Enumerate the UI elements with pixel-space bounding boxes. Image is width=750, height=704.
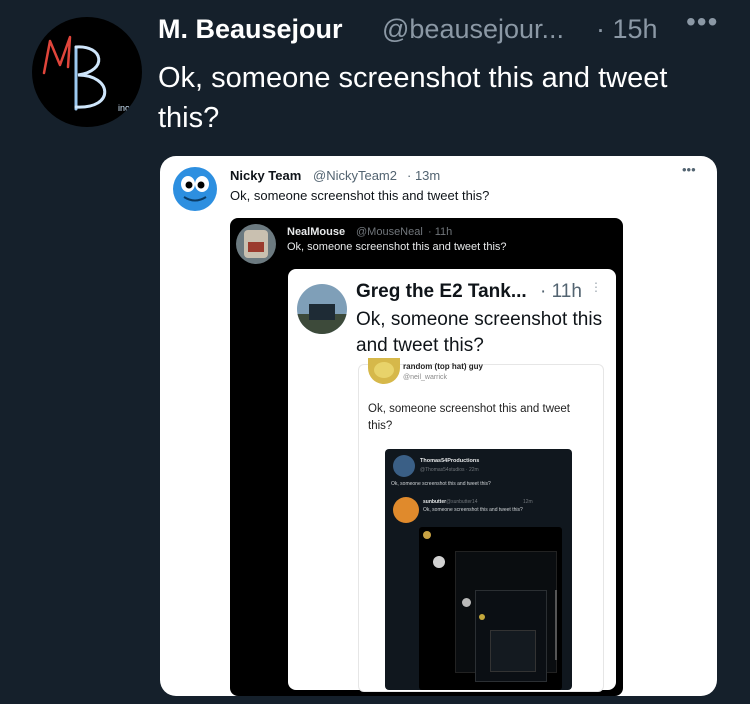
author-avatar[interactable]: inc: [32, 17, 142, 127]
tweet-time[interactable]: · 15h: [596, 14, 658, 45]
nested-screenshot-8: [490, 630, 536, 672]
quote3-name: Greg the E2 Tank...: [356, 281, 527, 302]
more-options-icon[interactable]: •••: [686, 6, 718, 38]
nested-avatar-5: [423, 531, 431, 539]
author-handle[interactable]: @beausejour...: [382, 14, 564, 45]
tweet-text: Ok, someone screenshot this and tweet th…: [158, 62, 668, 134]
quote1-handle[interactable]: @NickyTeam2: [313, 168, 397, 183]
quote4-text: Ok, someone screenshot this and tweet th…: [368, 403, 570, 432]
quote6-time: 12m: [523, 499, 533, 505]
quote1-more-icon[interactable]: •••: [682, 162, 696, 177]
author-name[interactable]: M. Beausejour: [158, 14, 343, 45]
quote1-time: · 13m: [407, 168, 441, 183]
quote1-name[interactable]: Nicky Team: [230, 168, 301, 183]
quote4-handle: @neil_warrick: [403, 374, 448, 381]
quote2-name: NealMouse: [287, 226, 346, 238]
greg-avatar: [297, 284, 347, 334]
nealmouse-avatar: [236, 224, 276, 264]
thomas54-avatar: [393, 455, 415, 477]
quote6-text: Ok, someone screenshot this and tweet th…: [423, 507, 523, 513]
quote4-name: random (top hat) guy: [403, 362, 483, 371]
nicky-avatar: [172, 166, 218, 217]
quote2-time: · 11h: [428, 226, 453, 238]
nested-scrollbar: [555, 590, 557, 660]
quote5-handle: @Thomas54studios · 22m: [420, 467, 479, 473]
quote5-text: Ok, someone screenshot this and tweet th…: [391, 481, 491, 487]
quote6-handle: @sunbutter14: [446, 499, 478, 505]
quote3-text: Ok, someone screenshot this and tweet th…: [356, 309, 603, 356]
sunbutter-avatar: [393, 497, 419, 523]
quote3-more-icon: ⋮: [590, 280, 602, 294]
quote6-name: sunbutter: [423, 499, 447, 505]
nested-avatar-6: [433, 556, 445, 568]
avatar-sub-text: inc: [118, 103, 130, 113]
mb-logo-icon: inc: [42, 35, 130, 113]
quote2-handle: @MouseNeal: [356, 226, 423, 238]
quote2-text: Ok, someone screenshot this and tweet th…: [287, 241, 507, 253]
nested-avatar-7: [462, 598, 471, 607]
nested-avatar-8: [479, 614, 485, 620]
quote1-text: Ok, someone screenshot this and tweet th…: [230, 188, 490, 203]
quote5-name: Thomas54Productions: [420, 458, 480, 464]
quote3-time: · 11h: [540, 281, 582, 302]
